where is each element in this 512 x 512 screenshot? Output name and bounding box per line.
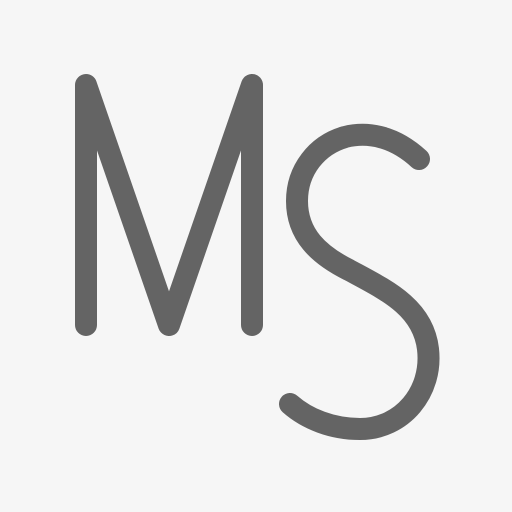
letter-m-glyph: [75, 74, 263, 336]
ms-logo-icon: Ms: [75, 74, 440, 440]
ms-logo-tile: Ms: [0, 0, 512, 512]
letter-s-glyph: [279, 123, 440, 440]
